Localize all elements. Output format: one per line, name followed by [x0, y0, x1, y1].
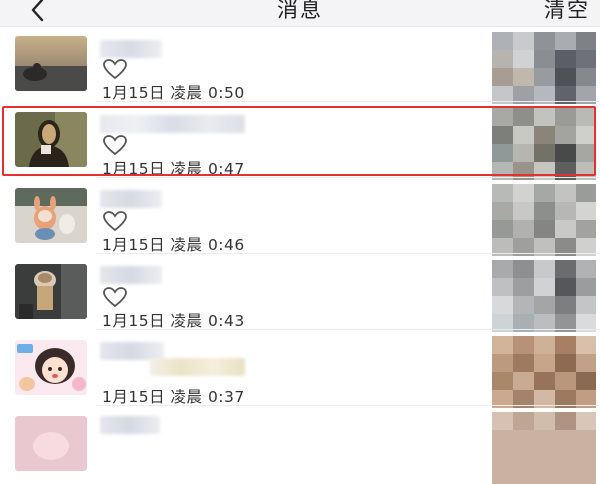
- pixelated-thumbnail-image: [492, 32, 596, 104]
- sender-name-blurred: [100, 266, 162, 284]
- cat-with-paper-image: [15, 264, 87, 319]
- sender-name-blurred: [100, 190, 162, 208]
- message-content-blurred: [150, 358, 245, 376]
- heart-outline-icon[interactable]: [102, 58, 128, 80]
- pixelated-thumbnail-image: [492, 260, 596, 332]
- message-row[interactable]: 1月15日 凌晨 0:46: [0, 178, 600, 256]
- message-time: 1月15日 凌晨 0:47: [102, 160, 245, 178]
- post-thumbnail[interactable]: [492, 336, 596, 408]
- pixelated-thumbnail-image: [492, 184, 596, 256]
- sender-name-blurred: [100, 416, 160, 434]
- heart-outline-icon[interactable]: [102, 210, 128, 232]
- pixelated-thumbnail-image: [492, 412, 596, 484]
- mona-lisa-meme-image: [15, 112, 87, 167]
- post-thumbnail[interactable]: [492, 108, 596, 180]
- post-thumbnail[interactable]: [492, 184, 596, 256]
- message-time: 1月15日 凌晨 0:50: [102, 84, 245, 102]
- cartoon-girl-image: [15, 340, 87, 395]
- pixelated-thumbnail-image: [492, 108, 596, 180]
- page-title: 消息: [277, 0, 323, 22]
- sender-name-blurred: [100, 115, 245, 133]
- message-row[interactable]: 1月15日 凌晨 0:47: [0, 102, 600, 180]
- message-row[interactable]: 1月15日 凌晨 0:37: [0, 330, 600, 408]
- pixelated-thumbnail-image: [492, 336, 596, 408]
- post-thumbnail[interactable]: [492, 32, 596, 104]
- nav-header: 消息 清空: [0, 0, 600, 27]
- avatar-image: [15, 416, 87, 471]
- message-time: 1月15日 凌晨 0:37: [102, 388, 245, 406]
- avatar[interactable]: [15, 112, 87, 167]
- avatar[interactable]: [15, 340, 87, 395]
- avatar[interactable]: [15, 264, 87, 319]
- seaside-photo-image: [15, 36, 87, 91]
- message-row[interactable]: 1月15日 凌晨 0:43: [0, 254, 600, 332]
- post-thumbnail[interactable]: [492, 412, 596, 484]
- clear-all-button[interactable]: 清空: [544, 0, 590, 24]
- message-time: 1月15日 凌晨 0:43: [102, 312, 245, 330]
- avatar[interactable]: [15, 36, 87, 91]
- message-time: 1月15日 凌晨 0:46: [102, 236, 245, 254]
- message-row[interactable]: [0, 406, 600, 484]
- message-row[interactable]: 1月15日 凌晨 0:50: [0, 26, 600, 104]
- heart-outline-icon[interactable]: [102, 286, 128, 308]
- heart-outline-icon[interactable]: [102, 134, 128, 156]
- post-thumbnail[interactable]: [492, 260, 596, 332]
- avatar[interactable]: [15, 188, 87, 243]
- sender-name-blurred: [100, 40, 162, 58]
- avatar[interactable]: [15, 416, 87, 471]
- plush-toys-image: [15, 188, 87, 243]
